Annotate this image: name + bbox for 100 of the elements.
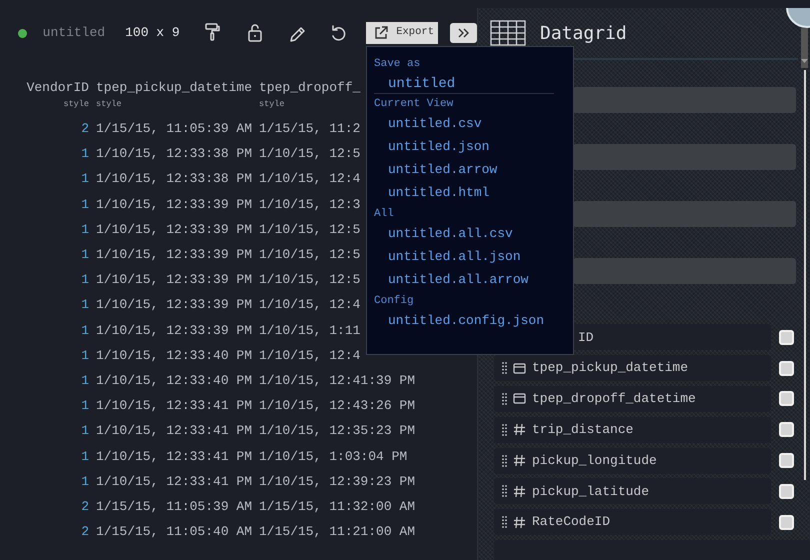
column-item[interactable]: pickup_latitude xyxy=(494,478,771,504)
table-cell: 1/10/15, 12:33:39 PM xyxy=(96,222,252,237)
table-cell: 1 xyxy=(81,297,89,312)
column-item[interactable]: RateCodeID xyxy=(494,509,771,536)
checkbox[interactable] xyxy=(779,330,794,345)
column-name: pickup_latitude xyxy=(532,482,650,501)
table-cell: 2 xyxy=(81,498,89,514)
table-cell: 1/10/15, 1:03:04 PM xyxy=(259,448,408,464)
table-cell: 1 xyxy=(81,272,89,288)
checkbox[interactable] xyxy=(779,391,794,406)
drag-handle-icon xyxy=(502,361,507,376)
table-cell: 1/10/15, 12:33:41 PM xyxy=(96,474,252,489)
column-name: ID xyxy=(578,328,594,347)
drag-handle-icon xyxy=(502,515,507,530)
grid-size: 100 x 9 xyxy=(125,24,180,42)
column-header[interactable]: VendorID xyxy=(0,78,89,98)
menu-section-heading: Save as xyxy=(374,57,422,71)
table-cell: 1/10/15, 12:35:23 PM xyxy=(259,423,416,438)
table-cell: 1/10/15, 12:4 xyxy=(259,297,360,312)
table-cell: 1 xyxy=(81,448,89,464)
drag-handle-icon xyxy=(502,484,507,498)
table-cell: 1/15/15, 11:32:00 AM xyxy=(259,498,416,514)
column-header[interactable]: tpep_dropoff_ xyxy=(259,78,360,98)
drag-handle-icon xyxy=(502,392,507,406)
table-cell: 1/10/15, 12:33:38 PM xyxy=(96,171,252,186)
column-name: RateCodeID xyxy=(532,513,610,532)
menu-section-heading: Config xyxy=(374,294,415,308)
table-cell: 1/15/15, 11:05:40 AM xyxy=(96,524,252,540)
menu-section-heading: All xyxy=(374,207,395,221)
table-cell: 1 xyxy=(81,348,89,363)
menu-item[interactable]: untitled.all.arrow xyxy=(374,271,573,294)
table-cell: 1/10/15, 12:5 xyxy=(259,146,360,162)
file-title: untitled xyxy=(42,24,106,42)
table-cell: 1 xyxy=(81,222,89,237)
menu-item[interactable]: untitled.all.csv xyxy=(374,225,573,248)
column-style-label: style xyxy=(96,98,123,110)
drag-handle-icon xyxy=(502,422,507,437)
export-button[interactable]: Export xyxy=(366,22,438,44)
table-cell: 1 xyxy=(81,398,89,414)
menu-section-heading: Current View xyxy=(374,97,454,111)
checkbox[interactable] xyxy=(779,484,794,499)
menu-item[interactable]: untitled.json xyxy=(374,138,573,161)
column-item[interactable]: trip_distance xyxy=(494,416,771,443)
table-cell: 1/15/15, 11:05:39 AM xyxy=(96,498,252,514)
column-name: tpep_pickup_datetime xyxy=(532,359,688,378)
caret-down-icon xyxy=(801,58,808,64)
menu-item[interactable]: untitled.arrow xyxy=(374,161,573,184)
table-cell: 1/10/15, 12:33:40 PM xyxy=(96,348,252,363)
table-cell: 1/10/15, 12:5 xyxy=(259,272,360,288)
column-header[interactable]: tpep_pickup_datetime xyxy=(96,78,259,98)
calendar-icon xyxy=(513,392,526,406)
table-cell: 1/10/15, 12:33:39 PM xyxy=(96,272,252,288)
table-cell: 1/15/15, 11:21:00 AM xyxy=(259,524,416,540)
expand-button[interactable] xyxy=(450,23,477,43)
table-cell: 1/10/15, 12:33:41 PM xyxy=(96,423,252,438)
table-cell: 1/10/15, 12:43:26 PM xyxy=(259,398,416,414)
table-cell: 1 xyxy=(81,247,89,262)
table-cell: 1/10/15, 12:33:41 PM xyxy=(96,448,252,464)
table-cell: 1/10/15, 12:4 xyxy=(259,171,360,186)
table-cell: 1/10/15, 12:33:40 PM xyxy=(96,372,252,388)
table-cell: 2 xyxy=(81,524,89,540)
menu-item[interactable]: untitled.html xyxy=(374,184,573,207)
chevrons-icon xyxy=(456,27,470,39)
table-cell: 1/10/15, 12:33:38 PM xyxy=(96,146,252,162)
calendar-icon xyxy=(513,362,526,375)
hash-icon xyxy=(513,423,526,436)
column-name: tpep_dropoff_datetime xyxy=(532,390,696,408)
column-name: trip_distance xyxy=(532,421,634,440)
panel-title: Datagrid xyxy=(540,22,627,46)
table-cell: 1/15/15, 11:05:39 AM xyxy=(96,121,252,136)
column-item[interactable]: tpep_dropoff_datetime xyxy=(494,386,771,412)
table-cell: 1/10/15, 12:33:39 PM xyxy=(96,297,252,312)
menu-item[interactable]: untitled.csv xyxy=(374,115,573,138)
scrollbar[interactable] xyxy=(801,28,808,68)
table-cell: 1/10/15, 12:33:41 PM xyxy=(96,398,252,414)
table-cell: 1 xyxy=(81,171,89,186)
table-cell: 1 xyxy=(81,196,89,212)
checkbox[interactable] xyxy=(779,514,794,530)
column-style-label: style xyxy=(259,98,286,110)
table-cell: 1 xyxy=(81,372,89,388)
menu-item[interactable]: untitled.all.json xyxy=(374,248,573,271)
table-cell: 1 xyxy=(81,146,89,162)
filename-field[interactable]: untitled xyxy=(374,75,554,94)
table-cell: 1/10/15, 12:33:39 PM xyxy=(96,196,252,212)
checkbox[interactable] xyxy=(779,453,794,468)
status-dot xyxy=(18,28,27,38)
table-cell: 1/10/15, 12:5 xyxy=(259,247,360,262)
column-item[interactable]: pickup_longitude xyxy=(494,448,771,474)
external-link-icon xyxy=(374,26,388,40)
table-cell: 1 xyxy=(81,423,89,438)
table-cell: 1/15/15, 11:2 xyxy=(259,121,360,136)
checkbox[interactable] xyxy=(779,422,794,438)
table-cell: 1/10/15, 12:4 xyxy=(259,348,360,363)
table-cell: 1/10/15, 12:39:23 PM xyxy=(259,474,416,489)
table-cell: 1 xyxy=(81,322,89,338)
hash-icon xyxy=(513,484,526,498)
column-item[interactable]: tpep_pickup_datetime xyxy=(494,355,771,382)
drag-handle-icon xyxy=(502,454,507,468)
checkbox[interactable] xyxy=(779,360,794,376)
table-cell: 1/10/15, 1:11 xyxy=(259,322,360,338)
